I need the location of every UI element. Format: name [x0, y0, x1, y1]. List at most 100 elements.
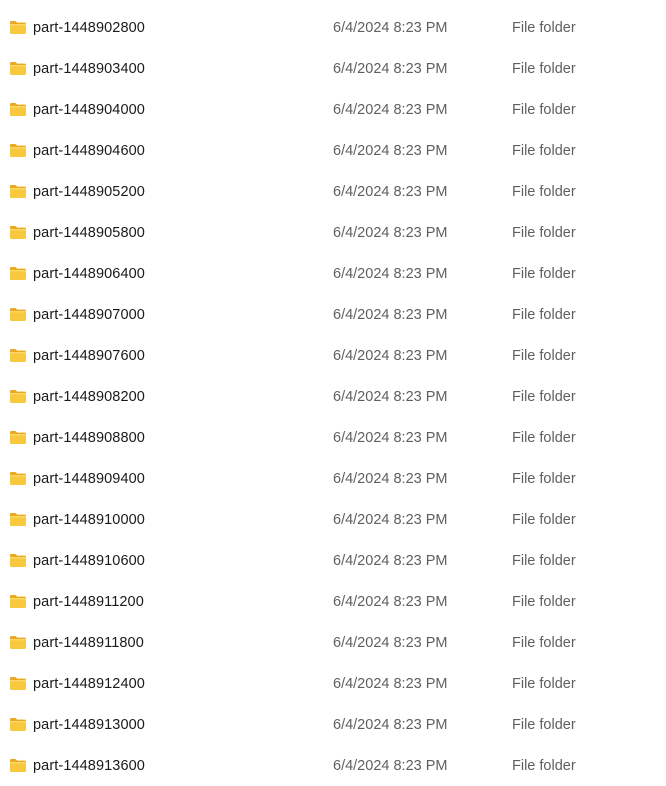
item-type: File folder: [512, 142, 576, 159]
file-row[interactable]: part-1448902800 6/4/2024 8:23 PM File fo…: [0, 7, 656, 48]
item-type: File folder: [512, 470, 576, 487]
folder-icon: [9, 429, 27, 445]
item-type: File folder: [512, 265, 576, 282]
file-row[interactable]: part-1448910600 6/4/2024 8:23 PM File fo…: [0, 540, 656, 581]
item-type: File folder: [512, 306, 576, 323]
folder-name: part-1448911200: [33, 593, 144, 610]
date-modified: 6/4/2024 8:23 PM: [333, 429, 448, 446]
item-type: File folder: [512, 675, 576, 692]
name-cell[interactable]: part-1448908200: [9, 376, 309, 417]
name-cell[interactable]: part-1448902800: [9, 7, 309, 48]
item-type: File folder: [512, 388, 576, 405]
name-cell[interactable]: part-1448907000: [9, 294, 309, 335]
item-type: File folder: [512, 101, 576, 118]
name-cell[interactable]: part-1448913000: [9, 704, 309, 745]
date-modified: 6/4/2024 8:23 PM: [333, 552, 448, 569]
date-modified: 6/4/2024 8:23 PM: [333, 634, 448, 651]
name-cell[interactable]: part-1448911800: [9, 622, 309, 663]
date-modified: 6/4/2024 8:23 PM: [333, 675, 448, 692]
name-cell[interactable]: part-1448910000: [9, 499, 309, 540]
name-cell[interactable]: part-1448905800: [9, 212, 309, 253]
file-row[interactable]: part-1448905800 6/4/2024 8:23 PM File fo…: [0, 212, 656, 253]
date-modified: 6/4/2024 8:23 PM: [333, 388, 448, 405]
name-cell[interactable]: part-1448911200: [9, 581, 309, 622]
name-cell[interactable]: part-1448903400: [9, 48, 309, 89]
item-type: File folder: [512, 60, 576, 77]
folder-icon: [9, 552, 27, 568]
folder-name: part-1448908800: [33, 429, 145, 446]
file-row[interactable]: part-1448906400 6/4/2024 8:23 PM File fo…: [0, 253, 656, 294]
folder-name: part-1448911800: [33, 634, 144, 651]
file-row[interactable]: part-1448911800 6/4/2024 8:23 PM File fo…: [0, 622, 656, 663]
folder-icon: [9, 593, 27, 609]
date-modified: 6/4/2024 8:23 PM: [333, 470, 448, 487]
file-row[interactable]: part-1448904600 6/4/2024 8:23 PM File fo…: [0, 130, 656, 171]
name-cell[interactable]: part-1448913600: [9, 745, 309, 786]
file-row[interactable]: part-1448905200 6/4/2024 8:23 PM File fo…: [0, 171, 656, 212]
date-modified: 6/4/2024 8:23 PM: [333, 101, 448, 118]
file-row[interactable]: part-1448907600 6/4/2024 8:23 PM File fo…: [0, 335, 656, 376]
file-row[interactable]: part-1448911200 6/4/2024 8:23 PM File fo…: [0, 581, 656, 622]
folder-name: part-1448913000: [33, 716, 145, 733]
file-row[interactable]: part-1448910000 6/4/2024 8:23 PM File fo…: [0, 499, 656, 540]
file-row[interactable]: part-1448903400 6/4/2024 8:23 PM File fo…: [0, 48, 656, 89]
file-row[interactable]: part-1448908800 6/4/2024 8:23 PM File fo…: [0, 417, 656, 458]
folder-name: part-1448912400: [33, 675, 145, 692]
top-edge: [0, 0, 656, 1]
file-row[interactable]: part-1448907000 6/4/2024 8:23 PM File fo…: [0, 294, 656, 335]
name-cell[interactable]: part-1448907600: [9, 335, 309, 376]
date-modified: 6/4/2024 8:23 PM: [333, 511, 448, 528]
item-type: File folder: [512, 19, 576, 36]
file-row[interactable]: part-1448913600 6/4/2024 8:23 PM File fo…: [0, 745, 656, 786]
file-row[interactable]: part-1448908200 6/4/2024 8:23 PM File fo…: [0, 376, 656, 417]
name-cell[interactable]: part-1448912400: [9, 663, 309, 704]
date-modified: 6/4/2024 8:23 PM: [333, 265, 448, 282]
folder-name: part-1448913600: [33, 757, 145, 774]
item-type: File folder: [512, 716, 576, 733]
date-modified: 6/4/2024 8:23 PM: [333, 716, 448, 733]
folder-icon: [9, 757, 27, 773]
date-modified: 6/4/2024 8:23 PM: [333, 60, 448, 77]
folder-name: part-1448905800: [33, 224, 145, 241]
name-cell[interactable]: part-1448910600: [9, 540, 309, 581]
date-modified: 6/4/2024 8:23 PM: [333, 224, 448, 241]
folder-icon: [9, 675, 27, 691]
name-cell[interactable]: part-1448904600: [9, 130, 309, 171]
folder-icon: [9, 265, 27, 281]
folder-name: part-1448909400: [33, 470, 145, 487]
file-list: part-1448902800 6/4/2024 8:23 PM File fo…: [0, 7, 656, 786]
name-cell[interactable]: part-1448908800: [9, 417, 309, 458]
folder-icon: [9, 470, 27, 486]
item-type: File folder: [512, 552, 576, 569]
name-cell[interactable]: part-1448905200: [9, 171, 309, 212]
folder-name: part-1448910600: [33, 552, 145, 569]
item-type: File folder: [512, 224, 576, 241]
name-cell[interactable]: part-1448904000: [9, 89, 309, 130]
folder-name: part-1448906400: [33, 265, 145, 282]
date-modified: 6/4/2024 8:23 PM: [333, 347, 448, 364]
date-modified: 6/4/2024 8:23 PM: [333, 183, 448, 200]
folder-icon: [9, 511, 27, 527]
name-cell[interactable]: part-1448906400: [9, 253, 309, 294]
file-row[interactable]: part-1448909400 6/4/2024 8:23 PM File fo…: [0, 458, 656, 499]
folder-name: part-1448903400: [33, 60, 145, 77]
folder-name: part-1448902800: [33, 19, 145, 36]
folder-name: part-1448904600: [33, 142, 145, 159]
folder-icon: [9, 224, 27, 240]
folder-icon: [9, 101, 27, 117]
folder-name: part-1448905200: [33, 183, 145, 200]
folder-icon: [9, 716, 27, 732]
folder-name: part-1448907600: [33, 347, 145, 364]
folder-icon: [9, 142, 27, 158]
file-row[interactable]: part-1448912400 6/4/2024 8:23 PM File fo…: [0, 663, 656, 704]
item-type: File folder: [512, 757, 576, 774]
name-cell[interactable]: part-1448909400: [9, 458, 309, 499]
item-type: File folder: [512, 347, 576, 364]
item-type: File folder: [512, 593, 576, 610]
file-row[interactable]: part-1448904000 6/4/2024 8:23 PM File fo…: [0, 89, 656, 130]
file-row[interactable]: part-1448913000 6/4/2024 8:23 PM File fo…: [0, 704, 656, 745]
item-type: File folder: [512, 511, 576, 528]
folder-name: part-1448910000: [33, 511, 145, 528]
folder-icon: [9, 347, 27, 363]
folder-name: part-1448908200: [33, 388, 145, 405]
